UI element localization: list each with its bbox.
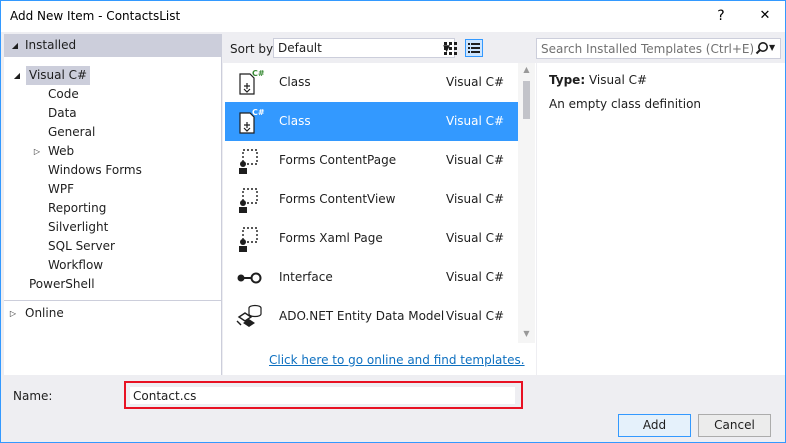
cancel-button[interactable]: Cancel xyxy=(698,414,771,437)
tree-item-label: Reporting xyxy=(48,201,107,215)
tree-item-label: SQL Server xyxy=(48,239,115,253)
expand-arrow-icon[interactable]: ▷ xyxy=(32,142,42,161)
tree-item-label: Visual C# xyxy=(26,66,91,85)
forms-page-icon xyxy=(233,145,265,177)
class-icon: C# xyxy=(233,67,265,99)
search-icon[interactable] xyxy=(755,41,769,56)
grid-view-icon[interactable] xyxy=(441,39,459,57)
tree-item-label: WPF xyxy=(48,182,75,196)
template-language: Visual C# xyxy=(446,153,505,167)
forms-page-icon xyxy=(233,223,265,255)
search-options-arrow-icon[interactable]: ▼ xyxy=(769,43,775,52)
template-row-class-selected[interactable]: C# Class Visual C# xyxy=(225,102,518,141)
template-name: Class xyxy=(279,75,311,89)
list-view-icon[interactable] xyxy=(465,39,483,57)
category-tree: ◢ Installed ◢ Visual C# Code Data Genera… xyxy=(4,34,222,375)
scroll-thumb[interactable] xyxy=(523,81,530,119)
find-templates-online-link[interactable]: Click here to go online and find templat… xyxy=(269,353,525,367)
tree-item-label: Data xyxy=(48,106,77,120)
template-row-forms-contentview[interactable]: Forms ContentView Visual C# xyxy=(225,180,518,219)
collapse-arrow-icon[interactable]: ◢ xyxy=(12,66,22,85)
close-button[interactable]: ✕ xyxy=(755,7,775,25)
tree-divider xyxy=(4,300,222,301)
template-row-forms-xaml-page[interactable]: Forms Xaml Page Visual C# xyxy=(225,219,518,258)
tree-item-installed[interactable]: ◢ Installed xyxy=(4,34,222,57)
tree-item-label: General xyxy=(48,125,96,139)
template-type: Type: Visual C# xyxy=(549,73,647,87)
name-label: Name: xyxy=(13,389,53,403)
name-input[interactable] xyxy=(130,387,515,404)
sort-dropdown[interactable]: Default ▼ xyxy=(273,38,455,58)
tree-item-label: Silverlight xyxy=(48,220,109,234)
template-language: Visual C# xyxy=(446,309,505,323)
template-name: Class xyxy=(279,114,311,128)
type-label: Type: xyxy=(549,73,586,87)
scroll-down-icon[interactable]: ▼ xyxy=(518,327,535,341)
template-name: ADO.NET Entity Data Model xyxy=(279,309,445,323)
tree-item-label: Workflow xyxy=(48,258,104,272)
search-input[interactable] xyxy=(541,40,753,57)
collapse-arrow-icon[interactable]: ◢ xyxy=(10,36,20,55)
template-row-class[interactable]: C# Class Visual C# xyxy=(225,63,518,102)
template-description: An empty class definition xyxy=(549,97,702,111)
class-icon: C# xyxy=(233,106,265,138)
svg-text:C#: C# xyxy=(252,69,265,78)
template-name: Forms Xaml Page xyxy=(279,231,383,245)
template-name: Forms ContentView xyxy=(279,192,396,206)
tree-item-label: Windows Forms xyxy=(48,163,142,177)
template-language: Visual C# xyxy=(446,270,505,284)
type-value: Visual C# xyxy=(588,73,648,87)
sort-toolbar: Sort by: Default ▼ xyxy=(223,34,523,62)
tree-item-label: Web xyxy=(48,144,75,158)
title-bar: Add New Item - ContactsList ? ✕ xyxy=(1,1,785,32)
template-language: Visual C# xyxy=(446,75,505,89)
template-language: Visual C# xyxy=(446,231,505,245)
tree-item-label: Installed xyxy=(25,38,77,52)
add-button[interactable]: Add xyxy=(618,414,691,437)
add-new-item-dialog: Add New Item - ContactsList ? ✕ ◢ Instal… xyxy=(0,0,786,443)
tree-item-label: PowerShell xyxy=(29,277,95,291)
template-details-pane: Type: Visual C# An empty class definitio… xyxy=(537,63,785,375)
sort-label: Sort by: xyxy=(230,42,277,56)
template-name: Interface xyxy=(279,270,333,284)
template-name: Forms ContentPage xyxy=(279,153,397,167)
template-list-scrollbar[interactable]: ▲ ▼ xyxy=(518,63,535,343)
interface-icon xyxy=(233,262,265,294)
template-list: C# Class Visual C# C# Class Visual C# Fo… xyxy=(223,63,536,375)
window-title: Add New Item - ContactsList xyxy=(10,9,181,23)
svg-text:C#: C# xyxy=(252,108,265,117)
template-row-ado-net-entity-data-model[interactable]: ADO.NET Entity Data Model Visual C# xyxy=(225,297,518,336)
entity-model-icon xyxy=(233,301,265,333)
template-row-forms-contentpage[interactable]: Forms ContentPage Visual C# xyxy=(225,141,518,180)
expand-arrow-icon[interactable]: ▷ xyxy=(8,304,18,323)
template-row-interface[interactable]: Interface Visual C# xyxy=(225,258,518,297)
help-button[interactable]: ? xyxy=(711,7,731,25)
tree-item-label: Online xyxy=(25,306,64,320)
tree-item-label: Code xyxy=(48,87,79,101)
template-language: Visual C# xyxy=(446,192,505,206)
forms-page-icon xyxy=(233,184,265,216)
template-language: Visual C# xyxy=(446,114,505,128)
scroll-up-icon[interactable]: ▲ xyxy=(518,63,535,77)
sort-value: Default xyxy=(278,41,322,55)
search-box[interactable]: ▼ xyxy=(536,38,781,59)
